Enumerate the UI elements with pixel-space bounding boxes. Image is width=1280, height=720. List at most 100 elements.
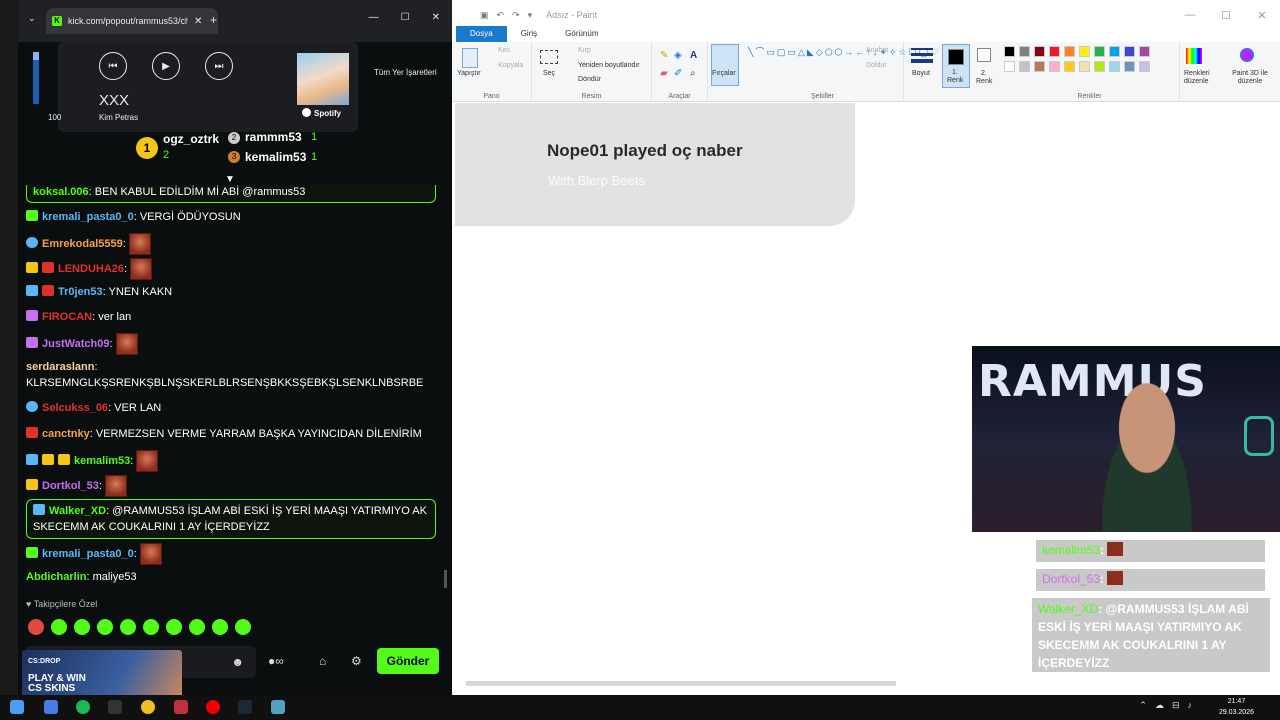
leaderboard-third-name[interactable]: kemalim53	[245, 150, 306, 164]
paste-label[interactable]: Yapıştır	[457, 70, 481, 77]
chat-message[interactable]: JustWatch09:	[26, 333, 436, 355]
chat-username[interactable]: canctnky	[42, 428, 90, 440]
color1-button[interactable]: 1. Renk	[942, 44, 970, 88]
color-swatch[interactable]	[1019, 46, 1030, 57]
text-icon[interactable]: A	[690, 50, 697, 61]
color-swatch[interactable]	[1139, 61, 1150, 72]
color-swatch[interactable]	[1034, 61, 1045, 72]
maximize-icon[interactable]: ☐	[401, 12, 410, 23]
chat-message[interactable]: serdaraslann: KLRSEMNGLKŞSRENKŞBLNŞSKERLB…	[26, 359, 436, 391]
chat-message-highlighted[interactable]: koksal.006: BEN KABUL EDİLDİM Mİ ABİ @ra…	[26, 185, 436, 203]
chat-username[interactable]: LENDUHA26	[58, 263, 124, 275]
chat-username[interactable]: FIROCAN	[42, 311, 92, 323]
emote-button[interactable]	[28, 619, 44, 635]
resize-label[interactable]: Yeniden boyutlandır	[578, 62, 640, 69]
select-label[interactable]: Seç	[543, 70, 555, 77]
play-button[interactable]: ▶	[152, 52, 180, 80]
emote-button[interactable]	[189, 619, 205, 635]
chat-message[interactable]: Tr0jen53: YNEN KAKN	[26, 284, 436, 300]
scrollbar-thumb[interactable]	[466, 681, 896, 686]
app-icon[interactable]	[44, 700, 58, 714]
chat-message[interactable]: LENDUHA26:	[26, 258, 436, 280]
emote-button[interactable]	[120, 619, 136, 635]
taskbar-clock[interactable]: 21:47 29.03.2026	[1219, 696, 1254, 718]
shapes-gallery[interactable]: ╲⌒▭▢▭△◣◇⬠⬡→←↑↓✦✧☆☐◯♡⚡	[748, 46, 952, 58]
gear-icon[interactable]: ⚙	[351, 654, 362, 668]
chevron-down-icon[interactable]: ▾	[528, 10, 533, 21]
steam-icon[interactable]	[238, 700, 252, 714]
brushes-button[interactable]	[711, 44, 739, 86]
chrome-icon[interactable]	[141, 700, 155, 714]
color-swatch[interactable]	[1079, 46, 1090, 57]
emote-button[interactable]	[51, 619, 67, 635]
chat-message-highlighted[interactable]: Walker_XD: @RAMMUS53 İŞLAM ABİ ESKİ İŞ Y…	[26, 499, 436, 539]
brushes-label[interactable]: Fırçalar	[712, 70, 736, 77]
volume-slider[interactable]	[33, 52, 39, 104]
paint-icon[interactable]	[271, 700, 285, 714]
chat-message[interactable]: Abdicharlin: maliye53	[26, 569, 436, 585]
color-swatch[interactable]	[1079, 61, 1090, 72]
magnifier-icon[interactable]: ⌕	[690, 68, 696, 79]
cut-label[interactable]: Kes	[498, 47, 510, 54]
chat-username[interactable]: Walker_XD	[49, 505, 106, 517]
emoji-icon[interactable]: ☻	[231, 655, 244, 669]
app-icon[interactable]	[174, 700, 188, 714]
eraser-icon[interactable]: ▰	[660, 68, 668, 79]
chat-username[interactable]: Selcukss_06	[42, 402, 108, 414]
chat-username[interactable]: kremali_pasta0_0	[42, 548, 134, 560]
tab-search-icon[interactable]: ⌄	[28, 13, 36, 24]
all-bookmarks-link[interactable]: Tüm Yer İşaretleri	[374, 68, 437, 77]
emote-button[interactable]	[97, 619, 113, 635]
horizontal-scrollbar[interactable]	[456, 678, 1280, 688]
maximize-icon[interactable]: ☐	[1208, 0, 1244, 30]
chat-username[interactable]: Tr0jen53	[58, 286, 103, 298]
emote-button[interactable]	[235, 619, 251, 635]
chat-message[interactable]: FIROCAN: ver lan	[26, 309, 436, 325]
browser-tab-active[interactable]: K kick.com/popout/rammus53/ch ✕	[46, 8, 218, 34]
color2-button[interactable]: 2. Renk	[972, 42, 998, 102]
cloud-icon[interactable]: ☁	[1155, 700, 1164, 711]
crop-label[interactable]: Kırp	[578, 47, 591, 54]
emote-button[interactable]	[212, 619, 228, 635]
volume-icon[interactable]: ♪	[1188, 700, 1193, 711]
chat-username[interactable]: Emrekodal5559	[42, 238, 123, 250]
close-icon[interactable]: ✕	[1244, 0, 1280, 30]
new-tab-icon[interactable]: +	[210, 13, 217, 27]
chat-message[interactable]: Dortkol_53:	[26, 475, 436, 497]
color-swatch[interactable]	[1064, 46, 1075, 57]
redo-icon[interactable]: ↷	[512, 10, 520, 21]
youtube-icon[interactable]	[206, 700, 220, 714]
emote-button[interactable]	[166, 619, 182, 635]
chat-message[interactable]: kemalim53:	[26, 450, 436, 472]
edit-colors-button[interactable]: Renkleri düzenle	[1182, 42, 1222, 102]
select-icon[interactable]	[540, 50, 558, 64]
collapse-leaderboard-icon[interactable]: ▼	[225, 174, 235, 185]
color-swatch[interactable]	[1124, 61, 1135, 72]
color-swatch[interactable]	[1064, 61, 1075, 72]
emote-button[interactable]	[143, 619, 159, 635]
fill-icon[interactable]: ◈	[674, 50, 682, 61]
tab-close-icon[interactable]: ✕	[194, 16, 202, 27]
undo-icon[interactable]: ↶	[497, 10, 505, 21]
color-swatch[interactable]	[1109, 61, 1120, 72]
app-icon[interactable]	[108, 700, 122, 714]
leaderboard-first-name[interactable]: ogz_oztrk	[163, 132, 219, 146]
tab-file[interactable]: Dosya	[456, 26, 507, 42]
start-icon[interactable]	[10, 700, 24, 714]
rotate-label[interactable]: Döndür	[578, 76, 601, 83]
minimize-icon[interactable]: —	[369, 12, 379, 23]
send-button[interactable]: Gönder	[377, 648, 439, 674]
color-swatch[interactable]	[1004, 61, 1015, 72]
fill-label[interactable]: Doldur	[866, 62, 887, 69]
minimize-icon[interactable]: —	[1172, 0, 1208, 30]
chat-username[interactable]: Dortkol_53	[42, 480, 99, 492]
color-swatch[interactable]	[1094, 46, 1105, 57]
previous-track-button[interactable]: ⏮	[99, 52, 127, 80]
chat-username[interactable]: kemalim53	[74, 455, 130, 467]
network-icon[interactable]: ⊟	[1172, 700, 1180, 711]
color-swatch[interactable]	[1139, 46, 1150, 57]
pencil-icon[interactable]: ✎	[660, 50, 668, 61]
kick-points-icon[interactable]: ●∞	[268, 654, 284, 668]
paint3d-button[interactable]: Paint 3D ile düzenle	[1222, 42, 1278, 102]
tab-home[interactable]: Giriş	[507, 26, 551, 42]
